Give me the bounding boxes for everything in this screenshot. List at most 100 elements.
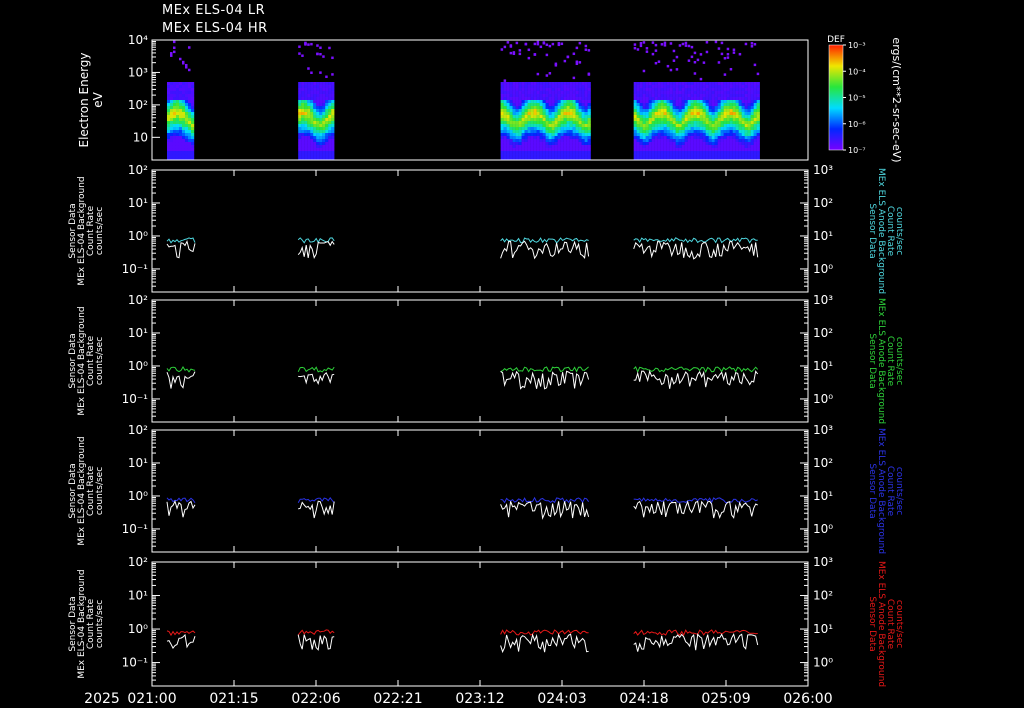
spectrogram-cell — [666, 118, 670, 122]
spectrogram-cell — [753, 97, 757, 101]
spectrogram-cell — [705, 124, 709, 128]
spectrogram-cell — [705, 139, 709, 143]
spectrogram-cell — [298, 136, 302, 140]
spectrogram-cell — [181, 139, 186, 143]
spectrogram-cell — [693, 82, 697, 86]
right-axis-label-line: counts/sec — [894, 600, 904, 648]
spectrogram-cell — [310, 106, 314, 110]
spectrogram-cell — [587, 85, 591, 89]
spectrogram-cell — [187, 142, 192, 146]
spectrogram-cell — [587, 121, 591, 125]
spectrogram-cell — [331, 145, 335, 149]
spectrogram-cell — [530, 154, 534, 158]
spectrogram-cell — [503, 130, 507, 134]
spectrogram-cell — [184, 127, 189, 131]
spectrogram-cell — [563, 124, 567, 128]
spectrogram-cell — [696, 136, 700, 140]
spectrogram-cell — [687, 91, 691, 95]
spectrogram-cell — [660, 127, 664, 131]
spectrogram-cell — [325, 94, 329, 98]
spectrogram-cell — [515, 124, 519, 128]
spectrogram-cell — [639, 145, 643, 149]
spectrogram-cell — [678, 112, 682, 116]
spectrogram-cell — [702, 154, 706, 158]
spectrogram-cell — [651, 154, 655, 158]
spectrogram-cell — [744, 145, 748, 149]
spectrogram-cell — [654, 85, 658, 89]
spectrogram-cell — [642, 115, 646, 119]
spectrogram-speckle — [307, 67, 310, 70]
spectrogram-cell — [316, 106, 320, 110]
x-tick-label: 024:03 — [537, 691, 586, 707]
spectrogram-cell — [310, 85, 314, 89]
spectrogram-cell — [515, 142, 519, 146]
spectrogram-cell — [172, 121, 177, 125]
spectrogram-cell — [744, 115, 748, 119]
spectrogram-cell — [310, 112, 314, 116]
spectrogram-cell — [684, 103, 688, 107]
spectrogram-cell — [298, 133, 302, 137]
spectrogram-cell — [187, 145, 192, 149]
spectrogram-cell — [307, 88, 311, 92]
spectrogram-cell — [181, 85, 186, 89]
spectrogram-cell — [696, 106, 700, 110]
spectrogram-cell — [645, 133, 649, 137]
spectrogram-cell — [645, 136, 649, 140]
spectrogram-cell — [732, 142, 736, 146]
spectrogram-cell — [545, 148, 549, 152]
y-axis-unit: eV — [91, 91, 105, 107]
spectrogram-cell — [521, 136, 525, 140]
spectrogram-cell — [551, 115, 555, 119]
spectrogram-cell — [554, 109, 558, 113]
spectrogram-cell — [587, 145, 591, 149]
spectrogram-cell — [506, 82, 510, 86]
spectrogram-cell — [584, 85, 588, 89]
spectrogram-cell — [584, 118, 588, 122]
spectrogram-cell — [717, 139, 721, 143]
spectrogram-cell — [750, 148, 754, 152]
spectrogram-cell — [512, 136, 516, 140]
colorbar-tick-label: 10⁻³ — [848, 41, 866, 50]
spectrogram-cell — [331, 118, 335, 122]
spectrogram-cell — [503, 136, 507, 140]
spectrogram-cell — [310, 124, 314, 128]
spectrogram-cell — [654, 112, 658, 116]
spectrogram-cell — [657, 103, 661, 107]
spectrogram-cell — [681, 148, 685, 152]
spectrogram-speckle — [563, 59, 567, 63]
spectrogram-cell — [666, 148, 670, 152]
spectrogram-cell — [566, 133, 570, 137]
spectrogram-cell — [572, 91, 576, 95]
spectrogram-cell — [723, 139, 727, 143]
spectrogram-cell — [506, 103, 510, 107]
spectrogram-cell — [693, 106, 697, 110]
spectrogram-cell — [521, 91, 525, 95]
spectrogram-cell — [690, 82, 694, 86]
spectrogram-cell — [690, 154, 694, 158]
spectrogram-cell — [575, 151, 579, 155]
spectrogram-cell — [506, 109, 510, 113]
spectrogram-cell — [181, 133, 186, 137]
spectrogram-cell — [551, 139, 555, 143]
spectrogram-cell — [756, 154, 760, 158]
spectrogram-cell — [726, 148, 730, 152]
spectrogram-cell — [645, 142, 649, 146]
spectrogram-cell — [723, 115, 727, 119]
spectrogram-cell — [669, 139, 673, 143]
spectrogram-cell — [313, 100, 317, 104]
spectrogram-cell — [301, 100, 305, 104]
spectrogram-cell — [313, 145, 317, 149]
spectrogram-cell — [648, 94, 652, 98]
panel-frame — [151, 561, 809, 687]
spectrogram-cell — [328, 97, 332, 101]
spectrogram-cell — [750, 109, 754, 113]
spectrogram-cell — [717, 121, 721, 125]
spectrogram-cell — [633, 100, 637, 104]
spectrogram-cell — [331, 139, 335, 143]
spectrogram-cell — [675, 97, 679, 101]
spectrogram-cell — [705, 112, 709, 116]
spectrogram-cell — [319, 109, 323, 113]
spectrogram-cell — [726, 121, 730, 125]
spectrogram-speckle — [693, 60, 697, 64]
spectrogram-cell — [187, 127, 192, 131]
